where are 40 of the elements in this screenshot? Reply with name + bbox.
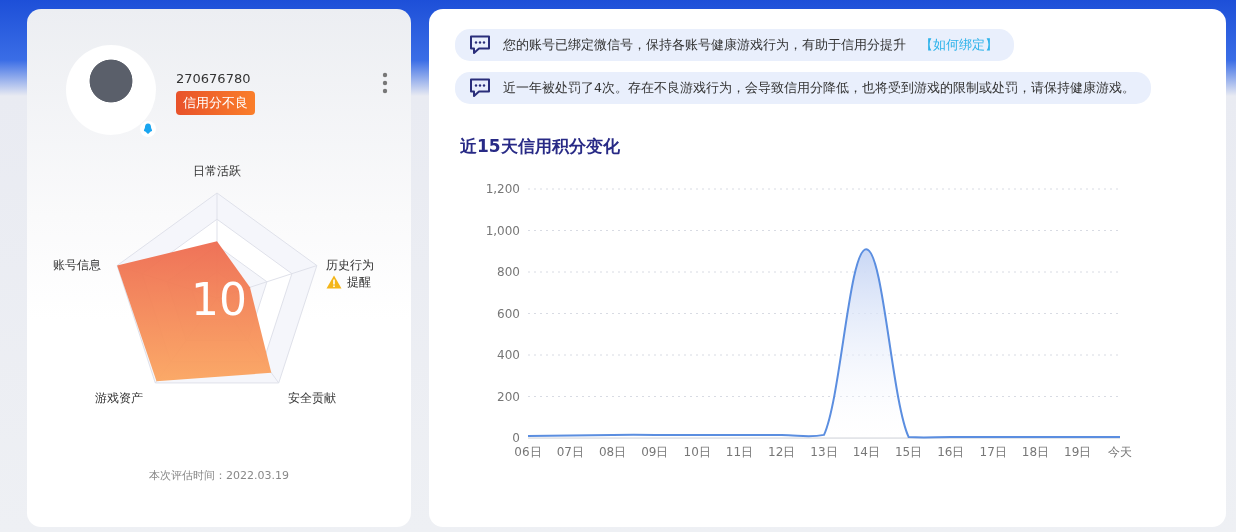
credit-score: 10	[191, 273, 247, 325]
bind-link[interactable]: 【如何绑定】	[920, 36, 998, 54]
x-tick-label: 17日	[979, 445, 1007, 459]
y-tick-label: 600	[497, 306, 520, 321]
x-tick-label: 15日	[894, 445, 923, 459]
x-tick-label: 08日	[598, 445, 627, 459]
x-tick-label: 19日	[1064, 445, 1092, 459]
x-tick-label: 14日	[852, 445, 880, 459]
more-menu-icon[interactable]	[381, 72, 389, 94]
notice-text: 您的账号已绑定微信号，保持各账号健康游戏行为，有助于信用分提升	[503, 36, 906, 54]
account-id: 270676780	[176, 71, 251, 86]
x-tick-label: 09日	[641, 445, 669, 459]
y-tick-label: 200	[497, 389, 520, 404]
x-tick-label: 13日	[810, 445, 838, 459]
y-tick-label: 1,200	[485, 182, 520, 196]
axis-label: 日常活跃	[192, 163, 241, 180]
x-tick-label: 07日	[556, 445, 584, 459]
x-tick-label: 11日	[725, 445, 754, 459]
x-tick-label: 16日	[937, 445, 965, 459]
y-tick-label: 400	[497, 348, 520, 362]
warning-icon	[326, 275, 343, 290]
credit-status-badge: 信用分不良	[176, 91, 255, 115]
message-icon	[469, 35, 491, 55]
x-tick-label: 今天	[1108, 445, 1132, 459]
y-tick-label: 800	[497, 265, 520, 279]
axis-label: 安全贡献	[288, 389, 337, 407]
axis-label: 游戏资产	[94, 389, 143, 407]
x-tick-label: 06日	[514, 445, 542, 459]
notice-text: 近一年被处罚了4次。存在不良游戏行为，会导致信用分降低，也将受到游戏的限制或处罚，请保持健康游戏。	[503, 79, 1135, 97]
x-tick-label: 10日	[683, 445, 711, 459]
y-tick-label: 0	[512, 431, 520, 445]
y-tick-label: 1,000	[485, 223, 520, 238]
evaluation-time: 本次评估时间：2022.03.19	[149, 468, 289, 483]
x-tick-label: 12日	[768, 445, 796, 459]
message-icon	[469, 78, 491, 98]
chart-title: 近15天信用积分变化	[460, 135, 621, 158]
axis-label: 历史行为	[326, 256, 375, 274]
alert-label: 提醒	[347, 273, 372, 291]
x-tick-label: 18日	[1021, 445, 1050, 459]
axis-label: 账号信息	[52, 256, 101, 274]
